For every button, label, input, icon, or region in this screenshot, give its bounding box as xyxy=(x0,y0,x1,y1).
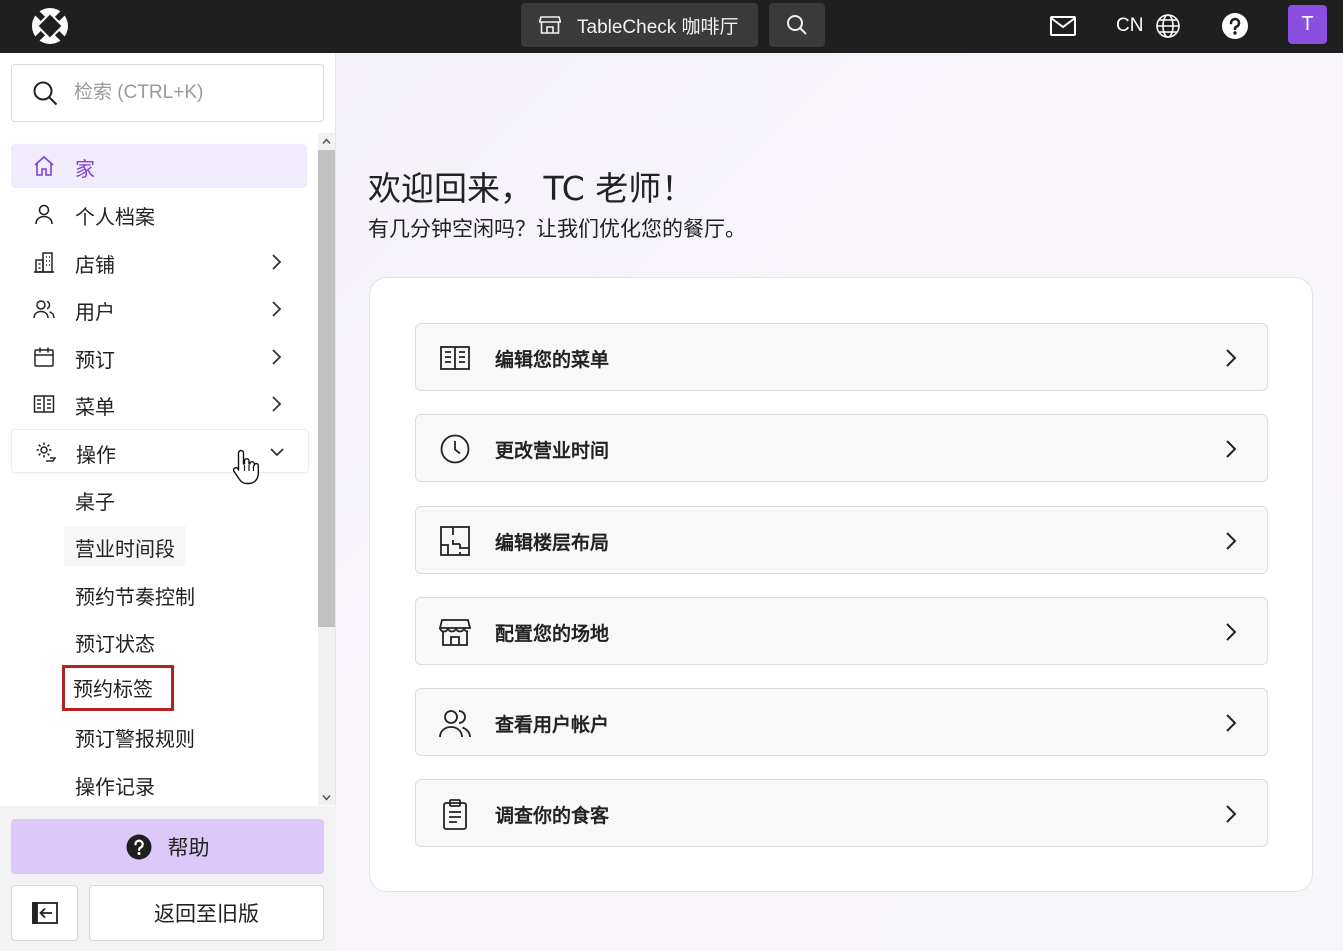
edit-floor-plan-action[interactable]: 编辑楼层布局 xyxy=(415,506,1268,574)
storefront-icon xyxy=(439,619,471,646)
chevron-right-icon xyxy=(1226,349,1237,367)
top-bar: TableCheck 咖啡厅 CN T xyxy=(0,0,1343,53)
search-icon xyxy=(787,15,807,35)
gear-hand-icon xyxy=(36,442,56,462)
language-code: CN xyxy=(1116,15,1144,36)
chevron-right-icon xyxy=(1226,623,1237,641)
floor-plan-icon xyxy=(440,526,470,556)
action-label: 配置您的场地 xyxy=(495,623,610,645)
chevron-right-icon xyxy=(272,254,282,270)
menu-book-icon xyxy=(440,346,470,370)
collapse-sidebar-button[interactable] xyxy=(11,885,78,941)
help-button-label: 帮助 xyxy=(167,835,210,860)
action-label: 更改营业时间 xyxy=(495,440,610,462)
chevron-right-icon xyxy=(272,349,282,365)
chevron-right-icon xyxy=(272,396,282,412)
main-content: 欢迎回来， TC 老师！ 有几分钟空闲吗？让我们优化您的餐厅。 编辑您的菜单 更… xyxy=(336,53,1343,951)
sidebar-item-label: 个人档案 xyxy=(75,205,155,229)
calendar-icon xyxy=(34,347,54,367)
survey-guests-action[interactable]: 调查你的食客 xyxy=(415,779,1268,847)
help-icon[interactable] xyxy=(1221,12,1249,40)
page-title: 欢迎回来， TC 老师！ xyxy=(368,169,695,208)
users-icon xyxy=(439,710,471,738)
chevron-right-icon xyxy=(1226,805,1237,823)
messages-button[interactable] xyxy=(1046,10,1080,42)
sidebar-item-operations[interactable]: 操作 xyxy=(11,429,309,473)
scrollbar-thumb[interactable] xyxy=(318,150,335,627)
sidebar-item-profile[interactable]: 个人档案 xyxy=(11,192,307,236)
sidebar-item-label: 用户 xyxy=(75,300,115,324)
sidebar-search[interactable] xyxy=(11,64,324,122)
action-label: 编辑楼层布局 xyxy=(495,532,610,554)
collapse-sidebar-icon xyxy=(31,902,58,924)
person-icon xyxy=(35,204,53,225)
back-to-legacy-button[interactable]: 返回至旧版 xyxy=(89,885,324,941)
sidebar-item-menus[interactable]: 菜单 xyxy=(11,382,307,426)
sidebar-subitem-reservation-tags[interactable]: 预约标签 xyxy=(62,665,174,711)
help-button[interactable]: 帮助 xyxy=(11,819,324,874)
home-icon xyxy=(34,155,54,176)
language-selector[interactable]: CN xyxy=(1116,10,1181,42)
sidebar-item-home[interactable]: 家 xyxy=(11,144,307,188)
action-label: 调查你的食客 xyxy=(495,805,610,827)
chevron-right-icon xyxy=(1226,714,1237,732)
chevron-right-icon xyxy=(1226,440,1237,458)
action-label: 编辑您的菜单 xyxy=(495,349,610,371)
clipboard-icon xyxy=(443,799,467,830)
sidebar-subitem-business-hours[interactable]: 营业时间段 xyxy=(64,526,186,566)
page-subtitle: 有几分钟空闲吗？让我们优化您的餐厅。 xyxy=(368,217,746,241)
sidebar-item-label: 菜单 xyxy=(75,395,115,419)
chevron-right-icon xyxy=(1226,532,1237,550)
chevron-down-icon xyxy=(270,448,284,457)
user-avatar[interactable]: T xyxy=(1288,5,1327,44)
mail-icon xyxy=(1050,16,1076,36)
sidebar-item-label: 预订 xyxy=(75,348,115,372)
action-label: 查看用户帐户 xyxy=(495,714,610,736)
sidebar-item-reservations[interactable]: 预订 xyxy=(11,335,307,379)
sidebar-subitem-tables[interactable]: 桌子 xyxy=(64,479,126,519)
sidebar-item-stores[interactable]: 店铺 xyxy=(11,240,307,284)
sidebar-footer: 帮助 返回至旧版 xyxy=(0,806,336,951)
menu-book-icon xyxy=(33,395,55,413)
sidebar-subitem-reservation-status[interactable]: 预订状态 xyxy=(64,621,166,661)
view-user-accounts-action[interactable]: 查看用户帐户 xyxy=(415,688,1268,756)
sidebar-subitem-alert-rules[interactable]: 预订警报规则 xyxy=(64,716,206,756)
quick-actions-card: 编辑您的菜单 更改营业时间 编辑楼层布局 配置您的场地 查看用户帐户 调查你的食… xyxy=(369,277,1313,892)
scroll-down-arrow-icon[interactable] xyxy=(322,793,331,802)
sidebar-item-label: 店铺 xyxy=(75,253,115,277)
sidebar-item-label: 家 xyxy=(75,157,95,181)
building-icon xyxy=(34,252,54,273)
configure-venue-action[interactable]: 配置您的场地 xyxy=(415,597,1268,665)
users-icon xyxy=(33,300,55,319)
venue-selector-button[interactable]: TableCheck 咖啡厅 xyxy=(521,3,758,47)
globe-icon xyxy=(1156,14,1181,38)
search-icon xyxy=(33,81,58,106)
sidebar-item-users[interactable]: 用户 xyxy=(11,287,307,331)
sidebar-item-label: 操作 xyxy=(76,443,116,467)
help-icon xyxy=(126,834,151,859)
sidebar-scrollbar[interactable] xyxy=(318,133,335,805)
clock-icon xyxy=(440,434,470,464)
sidebar-subitem-operation-log[interactable]: 操作记录 xyxy=(64,764,166,804)
change-hours-action[interactable]: 更改营业时间 xyxy=(415,414,1268,482)
venue-name: TableCheck 咖啡厅 xyxy=(577,16,739,38)
sidebar-subitem-pacing-control[interactable]: 预约节奏控制 xyxy=(64,574,206,614)
tablecheck-logo-icon[interactable] xyxy=(30,6,70,46)
sidebar-nav: 家 个人档案 店铺 用户 预订 菜单 操作 桌子 营业时间段 预约节奏控制 预订… xyxy=(0,139,318,806)
storefront-icon xyxy=(539,16,561,34)
sidebar: 家 个人档案 店铺 用户 xyxy=(0,53,336,951)
search-input[interactable] xyxy=(74,82,314,104)
global-search-button[interactable] xyxy=(769,3,825,47)
hand-pointer-cursor-icon xyxy=(232,449,259,485)
scroll-up-arrow-icon[interactable] xyxy=(322,137,331,146)
chevron-right-icon xyxy=(272,301,282,317)
edit-menu-action[interactable]: 编辑您的菜单 xyxy=(415,323,1268,391)
